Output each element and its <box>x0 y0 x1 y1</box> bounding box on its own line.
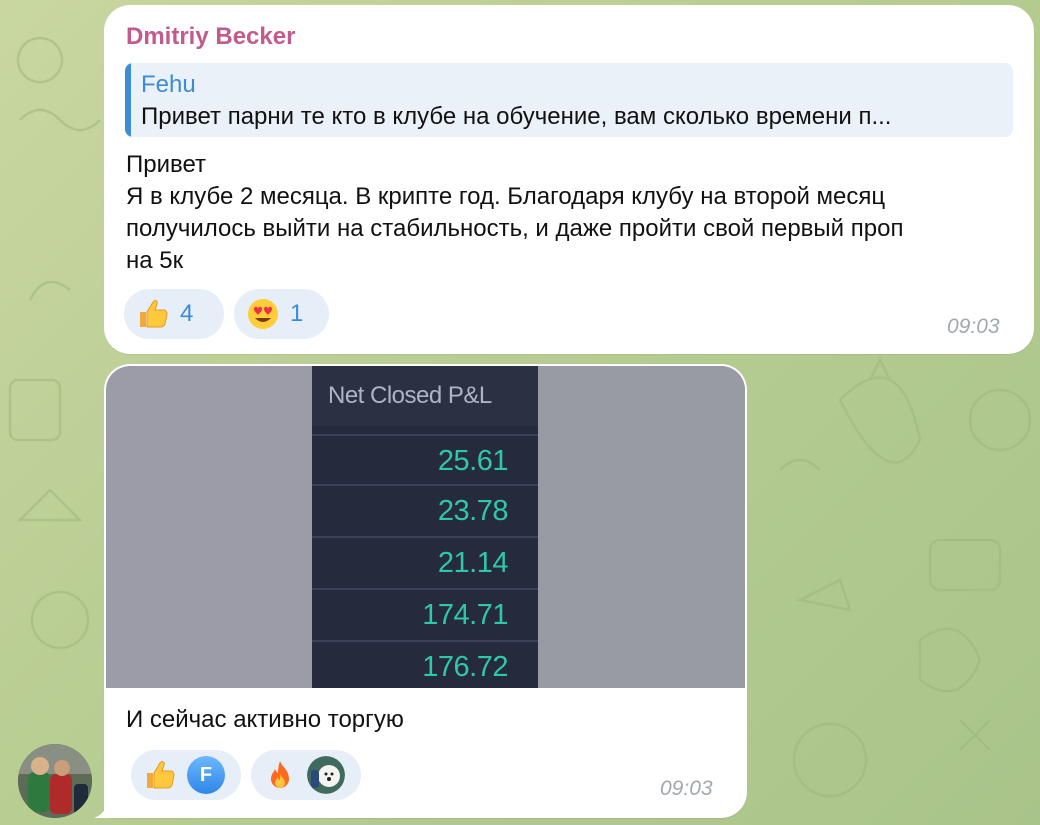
reaction-count: 1 <box>290 300 304 327</box>
reply-quote[interactable]: Fehu Привет парни те кто в клубе на обуч… <box>125 63 1013 137</box>
attached-screenshot[interactable]: Net Closed P&L 25.61 23.78 21.14 174.71 … <box>106 366 745 688</box>
reply-text: Привет парни те кто в клубе на обучение,… <box>141 103 892 130</box>
message-text: Привет Я в клубе 2 месяца. В крипте год.… <box>126 149 1026 277</box>
screenshot-right-area <box>538 366 745 688</box>
message-line: на 5к <box>126 247 184 274</box>
message-bubble[interactable]: Dmitriy Becker Fehu Привет парни те кто … <box>104 5 1034 354</box>
pnl-header: Net Closed P&L <box>312 366 538 426</box>
message-time: 09:03 <box>947 315 1000 338</box>
message-bubble[interactable]: Net Closed P&L 25.61 23.78 21.14 174.71 … <box>104 364 747 818</box>
sender-avatar[interactable] <box>18 744 92 818</box>
pnl-value: 23.78 <box>312 484 538 534</box>
pnl-value: 25.61 <box>312 434 538 484</box>
reaction-thumbs-up[interactable]: F <box>131 750 241 800</box>
pnl-column: Net Closed P&L 25.61 23.78 21.14 174.71 … <box>312 366 538 688</box>
image-caption: И сейчас активно торгую <box>126 706 404 733</box>
pnl-value: 176.72 <box>312 640 538 688</box>
reply-author: Fehu <box>141 71 196 98</box>
pnl-value: 21.14 <box>312 536 538 586</box>
message-line: получилось выйти на стабильность, и даже… <box>126 215 904 242</box>
sender-avatar-image <box>18 744 92 818</box>
message-line: Я в клубе 2 месяца. В крипте год. Благод… <box>126 183 886 210</box>
reaction-fire[interactable] <box>251 750 361 800</box>
heart-eyes-emoji-icon <box>248 299 278 329</box>
fire-emoji-icon <box>271 761 289 788</box>
sender-name[interactable]: Dmitriy Becker <box>126 23 295 51</box>
user-initial-badge: F <box>187 756 225 794</box>
thumbs-up-emoji-icon <box>140 300 168 328</box>
pnl-value: 174.71 <box>312 588 538 638</box>
message-line: Привет <box>126 151 207 178</box>
dog-avatar-icon <box>307 756 345 794</box>
reaction-heart-eyes[interactable]: 1 <box>234 289 329 339</box>
reactor-avatar: F <box>187 756 225 794</box>
reaction-thumbs-up[interactable]: 4 <box>124 289 224 339</box>
message-time: 09:03 <box>660 777 713 800</box>
bubble-tail <box>94 800 116 818</box>
reaction-count: 4 <box>180 300 194 327</box>
thumbs-up-emoji-icon <box>147 761 175 789</box>
